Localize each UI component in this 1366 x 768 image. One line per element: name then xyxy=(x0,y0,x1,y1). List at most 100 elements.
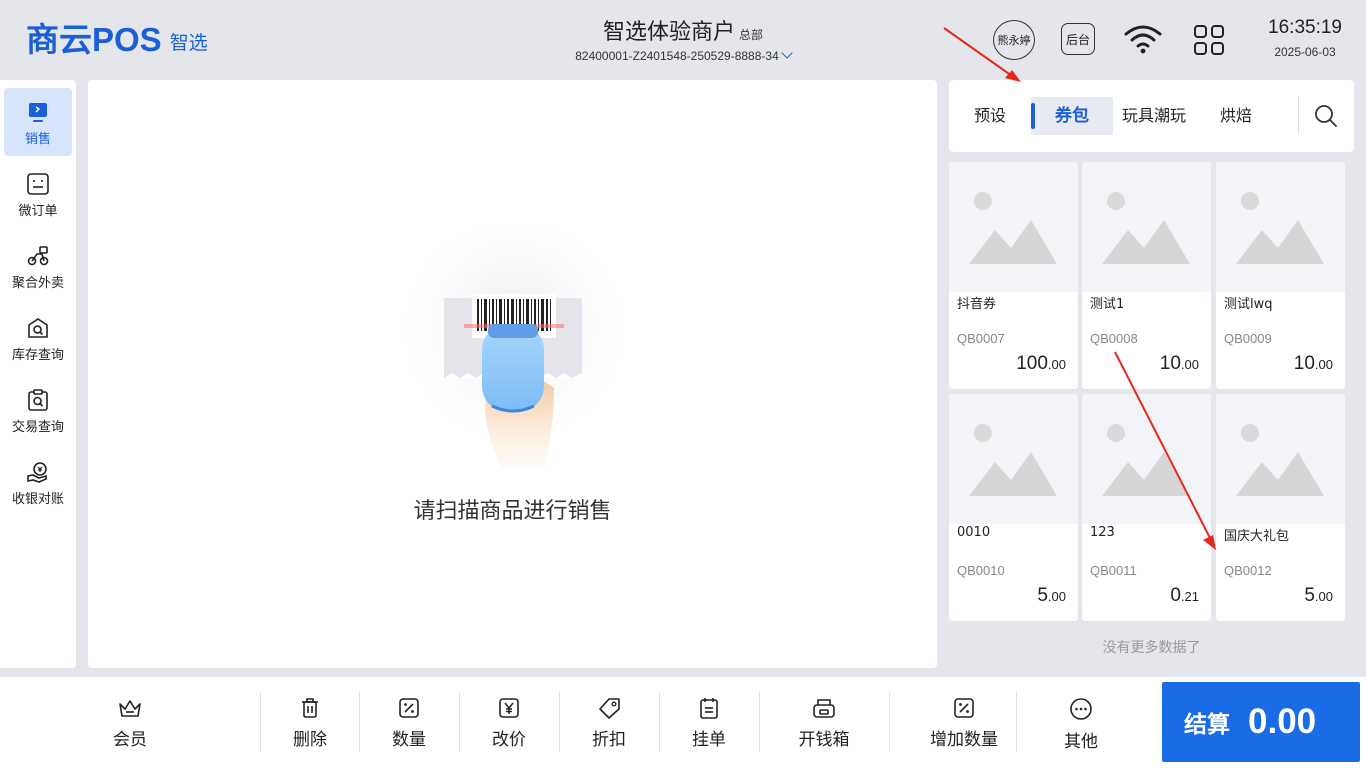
user-avatar-button[interactable]: 熊永婷 xyxy=(993,20,1035,60)
image-placeholder-icon xyxy=(969,424,1057,496)
category-tab-bar: 预设 券包 玩具潮玩 烘焙 xyxy=(949,80,1354,152)
product-image xyxy=(949,394,1078,524)
sidebar-item-transaction[interactable]: 交易查询 xyxy=(4,376,72,444)
clock-date: 2025-06-03 xyxy=(1274,45,1336,59)
tab-preset[interactable]: 预设 xyxy=(963,97,1017,135)
micro-order-icon xyxy=(27,173,49,195)
open-cash-drawer-button[interactable]: 开钱箱 xyxy=(759,677,889,768)
clock-time: 16:35:19 xyxy=(1268,17,1342,38)
divider xyxy=(1298,96,1299,134)
product-image xyxy=(1216,162,1345,292)
product-name: 国庆大礼包 xyxy=(1224,529,1290,544)
image-placeholder-icon xyxy=(969,192,1057,264)
tab-toys[interactable]: 玩具潮玩 xyxy=(1117,97,1191,135)
inventory-icon xyxy=(28,318,48,338)
backend-label: 后台 xyxy=(1065,32,1090,47)
tab-coupon-pack[interactable]: 券包 xyxy=(1031,97,1113,135)
product-code: QB0007 xyxy=(957,331,1005,346)
barcode-scanner-illustration xyxy=(404,228,624,468)
delivery-icon xyxy=(27,246,49,266)
quantity-button[interactable]: 数量 xyxy=(359,677,459,768)
product-name: 0010 xyxy=(957,525,991,540)
product-image xyxy=(1082,162,1211,292)
tab-bakery[interactable]: 烘焙 xyxy=(1211,97,1261,135)
sale-panel: 请扫描商品进行销售 xyxy=(88,80,937,668)
sidebar-item-label: 微订单 xyxy=(18,204,58,219)
sidebar-item-label: 聚合外卖 xyxy=(11,276,64,291)
checkout-button[interactable]: 结算 0.00 xyxy=(1162,682,1360,762)
sidebar-item-reconcile[interactable]: 收银对账 xyxy=(4,448,72,516)
product-price: 5.00 xyxy=(1304,585,1333,606)
product-card[interactable]: 测试lwq QB0009 10.00 xyxy=(1216,162,1345,389)
tag-icon xyxy=(599,698,620,719)
yen-box-icon xyxy=(499,698,519,718)
sidebar-item-label: 销售 xyxy=(24,132,51,147)
scan-prompt-text: 请扫描商品进行销售 xyxy=(413,499,612,524)
product-card[interactable]: 123 QB0011 0.21 xyxy=(1082,394,1211,621)
sidebar-item-label: 收银对账 xyxy=(11,492,64,507)
product-image xyxy=(1082,394,1211,524)
percent-box-icon xyxy=(954,698,974,718)
trash-icon xyxy=(302,698,318,718)
product-code: QB0009 xyxy=(1224,331,1272,346)
sidebar-item-sales[interactable]: 销售 xyxy=(4,88,72,156)
sidebar-item-delivery[interactable]: 聚合外卖 xyxy=(4,232,72,300)
no-more-data-text: 没有更多数据了 xyxy=(1102,640,1201,656)
percent-box-icon xyxy=(399,698,419,718)
more-icon xyxy=(1070,698,1092,720)
reconcile-icon xyxy=(27,462,47,483)
delete-button[interactable]: 删除 xyxy=(260,677,360,768)
backend-button[interactable]: 后台 xyxy=(1061,23,1095,55)
sidebar-item-inventory[interactable]: 库存查询 xyxy=(4,304,72,372)
product-image xyxy=(1216,394,1345,524)
product-code: QB0010 xyxy=(957,563,1005,578)
wifi-icon[interactable] xyxy=(1124,24,1162,58)
merchant-code: 82400001-Z2401548-250529-8888-34 xyxy=(575,49,779,63)
clock: 16:35:19 2025-06-03 xyxy=(1268,17,1342,59)
merchant-name: 智选体验商户 xyxy=(602,20,735,45)
product-price: 10.00 xyxy=(1159,353,1199,374)
header: 商云POS 智选 智选体验商户 总部 82400001-Z2401548-2505… xyxy=(0,0,1366,80)
sidebar-item-micro-order[interactable]: 微订单 xyxy=(4,160,72,228)
product-name: 测试lwq xyxy=(1224,297,1273,312)
sales-icon xyxy=(29,103,47,122)
product-price: 10.00 xyxy=(1293,353,1333,374)
hold-order-button[interactable]: 挂单 xyxy=(659,677,759,768)
chevron-down-icon xyxy=(781,47,793,59)
product-price: 100.00 xyxy=(1016,353,1066,374)
clipboard-icon xyxy=(700,698,718,719)
user-name: 熊永婷 xyxy=(997,34,1031,47)
cash-drawer-icon xyxy=(813,699,835,718)
action-toolbar: 会员 删除 数量 改价 折扣 挂单 开钱箱 增加数量 其他 结算 0.00 xyxy=(0,677,1366,768)
sidebar-item-label: 交易查询 xyxy=(11,420,64,435)
change-price-button[interactable]: 改价 xyxy=(459,677,559,768)
sidebar-item-label: 库存查询 xyxy=(11,348,64,363)
image-placeholder-icon xyxy=(1102,424,1190,496)
merchant-tag: 总部 xyxy=(739,28,764,42)
divider xyxy=(1016,692,1017,752)
discount-button[interactable]: 折扣 xyxy=(559,677,659,768)
image-placeholder-icon xyxy=(1102,192,1190,264)
product-code: QB0012 xyxy=(1224,563,1272,578)
checkout-total: 0.00 xyxy=(1248,702,1317,741)
product-price: 5.00 xyxy=(1037,585,1066,606)
product-card[interactable]: 抖音券 QB0007 100.00 xyxy=(949,162,1078,389)
member-button[interactable]: 会员 xyxy=(80,677,180,768)
product-card[interactable]: 国庆大礼包 QB0012 5.00 xyxy=(1216,394,1345,621)
product-code: QB0011 xyxy=(1090,563,1137,578)
product-price: 0.21 xyxy=(1170,585,1199,606)
product-code: QB0008 xyxy=(1090,331,1138,346)
product-card[interactable]: 测试1 QB0008 10.00 xyxy=(1082,162,1211,389)
image-placeholder-icon xyxy=(1236,192,1324,264)
product-card[interactable]: 0010 QB0010 5.00 xyxy=(949,394,1078,621)
more-button[interactable]: 其他 xyxy=(1031,677,1131,768)
search-icon[interactable] xyxy=(1314,104,1338,128)
checkout-label: 结算 xyxy=(1184,712,1230,738)
product-name: 抖音券 xyxy=(957,297,997,312)
apps-grid-icon[interactable] xyxy=(1193,24,1225,60)
product-image xyxy=(949,162,1078,292)
product-name: 测试1 xyxy=(1090,297,1125,312)
crown-icon xyxy=(119,700,141,717)
product-name: 123 xyxy=(1090,525,1115,540)
transaction-icon xyxy=(28,389,48,411)
